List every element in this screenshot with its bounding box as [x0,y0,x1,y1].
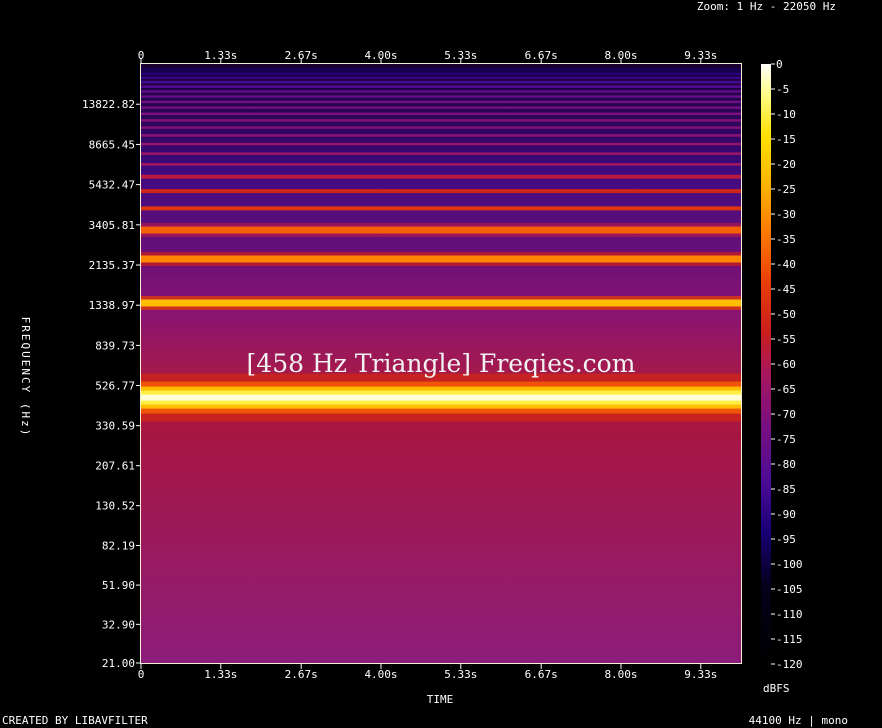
colorbar-tick-label: -80 [776,458,796,471]
colorbar-tick-label: -90 [776,508,796,521]
harmonic-band [141,72,741,75]
harmonic-band [141,90,741,93]
colorbar-tick-label: -25 [776,183,796,196]
colorbar-tick-label: -5 [776,83,789,96]
x-tick-label: 1.33s [204,49,237,62]
harmonic-band [141,152,741,155]
colorbar: 0 -5 -10 -15 -20 -25 -30 -35 -40 -45 -50 -55 -60 -65 -… [761,58,803,695]
y-tick-label: 2135.37 [89,259,135,272]
x-tick-label: 5.33s [444,49,477,62]
y-tick-label: 526.77 [95,380,135,393]
harmonic-band [141,226,741,234]
y-tick-label: 8665.45 [89,138,135,151]
harmonic-band [141,85,741,88]
harmonic-band [141,76,741,80]
y-tick-label: 21.00 [102,657,135,670]
y-tick-label: 130.52 [95,500,135,513]
harmonic-band [141,134,741,137]
y-tick-label: 207.61 [95,460,135,473]
x-axis-label: TIME [427,693,454,706]
y-tick-label: 13822.82 [82,98,135,111]
harmonic-band [141,95,741,98]
colorbar-tick-label: -50 [776,308,796,321]
x-tick-label: 9.33s [684,49,717,62]
colorbar-tick-label: -35 [776,233,796,246]
y-tick-label: 839.73 [95,339,135,352]
y-tick-label: 51.90 [102,579,135,592]
y-tick-label: 1338.97 [89,299,135,312]
y-axis-label: FREQUENCY (Hz) [19,317,32,438]
harmonic-band [141,142,741,146]
colorbar-tick-label: -85 [776,483,796,496]
colorbar-tick-label: 0 [776,58,783,71]
colorbar-tick-label: -15 [776,133,796,146]
harmonic-band [141,174,741,179]
colorbar-tick-label: -70 [776,408,796,421]
harmonic-band [141,126,741,129]
colorbar-tick-label: -95 [776,533,796,546]
colorbar-ticks: 0 -5 -10 -15 -20 -25 -30 -35 -40 -45 -50 -55 -60 -65 -… [771,58,803,671]
colorbar-tick-label: -30 [776,208,796,221]
x-tick-label: 8.00s [604,49,637,62]
y-tick-label: 3405.81 [89,219,135,232]
colorbar-tick-label: -105 [776,583,803,596]
colorbar-tick-label: -10 [776,108,796,121]
harmonic-band [141,112,741,116]
colorbar-tick-label: -45 [776,283,796,296]
colorbar-gradient [761,64,771,664]
colorbar-tick-label: -100 [776,558,803,571]
y-tick-label: 32.90 [102,618,135,631]
y-tick-label: 330.59 [95,420,135,433]
harmonic-band [141,206,741,211]
colorbar-tick-label: -65 [776,383,796,396]
credit-text: CREATED BY LIBAVFILTER [2,714,148,727]
x-tick-label: 8.00s [604,668,637,681]
x-tick-label: 2.67s [285,49,318,62]
harmonic-band [141,119,741,122]
spectrogram-figure: Zoom: 1 Hz - 22050 Hz [458 Hz Triangle] … [2,0,848,727]
x-tick-label: 5.33s [444,668,477,681]
x-tick-label: 0 [138,668,145,681]
harmonic-band [141,106,741,109]
x-tick-label: 4.00s [364,668,397,681]
x-axis-bottom: 0 1.33s 2.67s 4.00s 5.33s 6.67s 8.00s 9.33s [138,663,717,681]
x-tick-label: 9.33s [684,668,717,681]
y-tick-label: 5432.47 [89,179,135,192]
y-tick-label: 82.19 [102,540,135,553]
harmonic-band [141,80,741,84]
colorbar-tick-label: -110 [776,608,803,621]
colorbar-tick-label: -20 [776,158,796,171]
colorbar-tick-label: -115 [776,633,803,646]
watermark-text: [458 Hz Triangle] Freqies.com [247,349,636,378]
x-tick-label: 1.33s [204,668,237,681]
x-tick-label: 6.67s [525,49,558,62]
harmonic-band [141,100,741,104]
audio-info: 44100 Hz | mono [749,714,848,727]
harmonic-band [141,68,741,72]
y-axis: 21.00 32.90 51.90 82.19 130.52 207.61 330.59 52… [82,98,141,670]
harmonic-band [141,255,741,263]
colorbar-tick-label: -60 [776,358,796,371]
x-axis-top: 0 1.33s 2.67s 4.00s 5.33s 6.67s 8.00s 9.33s [138,49,717,64]
x-tick-label: 4.00s [364,49,397,62]
x-tick-label: 0 [138,49,145,62]
colorbar-tick-label: -120 [776,658,803,671]
harmonic-band-core [141,394,741,401]
harmonic-band [141,163,741,166]
colorbar-label: dBFS [763,682,790,695]
x-tick-label: 2.67s [285,668,318,681]
harmonic-band [141,189,741,194]
x-tick-label: 6.67s [525,668,558,681]
colorbar-tick-label: -75 [776,433,796,446]
colorbar-tick-label: -55 [776,333,796,346]
harmonic-band [141,299,741,307]
colorbar-tick-label: -40 [776,258,796,271]
zoom-readout: Zoom: 1 Hz - 22050 Hz [697,0,836,13]
